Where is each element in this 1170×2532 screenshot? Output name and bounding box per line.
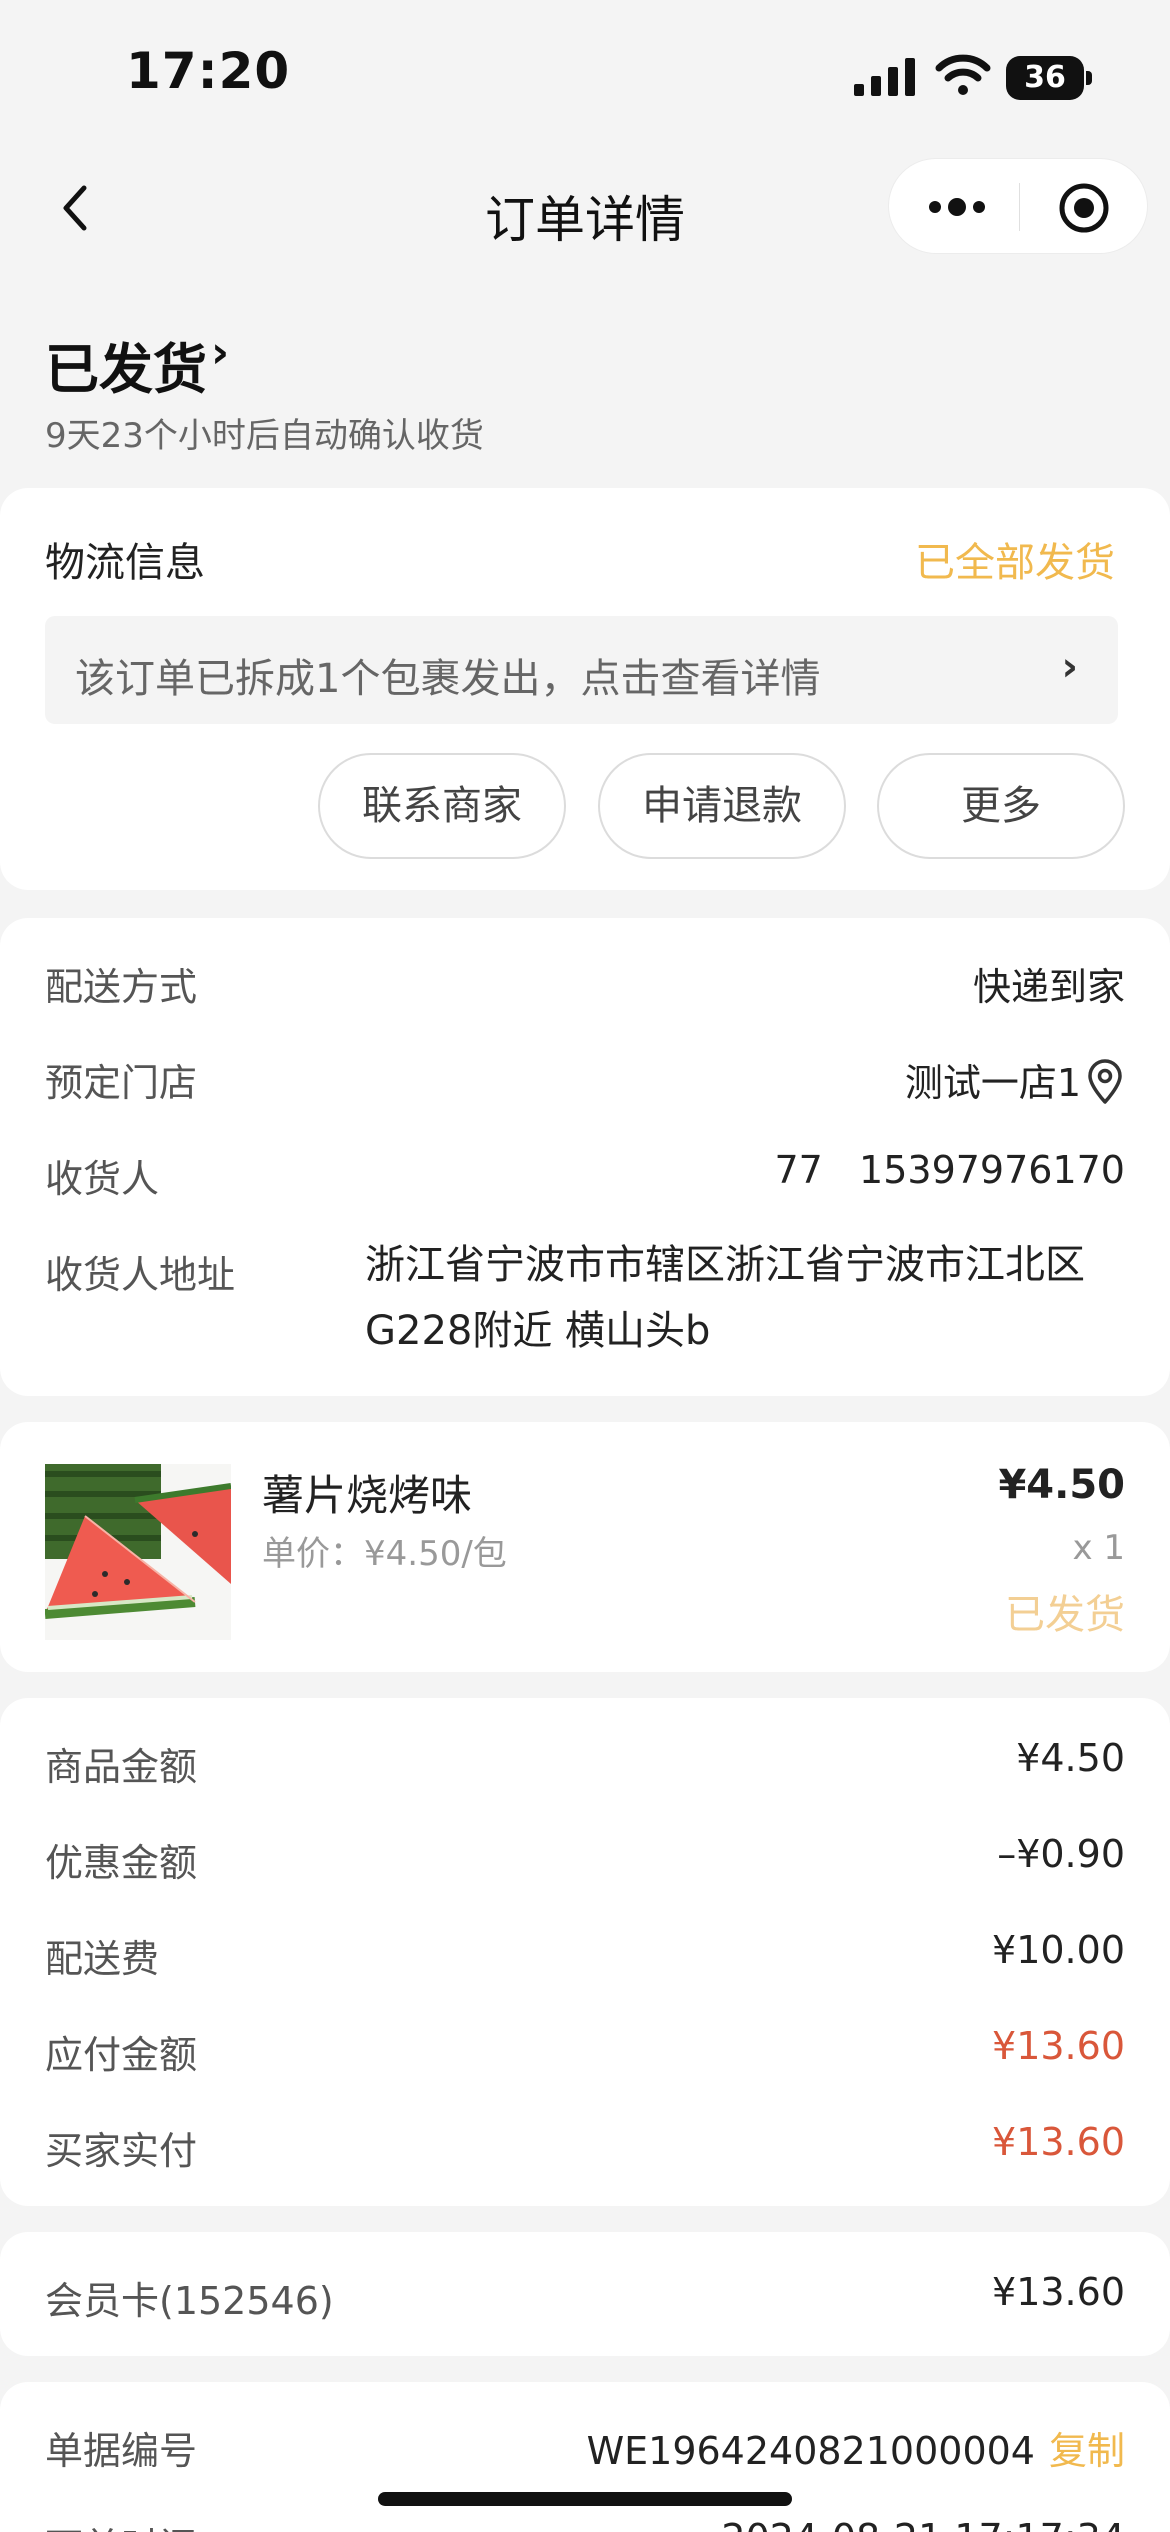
discount-label: 优惠金额	[45, 1841, 198, 1885]
goods-amount-label: 商品金额	[45, 1745, 198, 1789]
order-status: 已发货	[45, 338, 207, 401]
receiver-value: 77 15397976170	[774, 1148, 1125, 1192]
chevron-right-icon: ›	[1061, 644, 1078, 690]
product-image	[45, 1464, 231, 1640]
logistics-status: 已全部发货	[915, 540, 1115, 586]
signal-icon	[854, 58, 915, 96]
order-number-value-wrap: WE1964240821000004 复制	[587, 2420, 1125, 2475]
order-number-value: WE1964240821000004	[586, 2429, 1035, 2473]
more-button[interactable]: 更多	[877, 753, 1125, 859]
product-price: ¥4.50	[998, 1462, 1125, 1508]
member-card-label: 会员卡(152546)	[45, 2279, 334, 2323]
more-dots-icon[interactable]	[925, 185, 989, 229]
order-time-label: 下单时间	[45, 2516, 197, 2532]
logistics-title: 物流信息	[45, 540, 205, 586]
status-bar: 17:20 36	[0, 0, 1170, 150]
amounts-card: 商品金额 ¥4.50 优惠金额 –¥0.90 配送费 ¥10.00 应付金额 ¥…	[0, 1698, 1170, 2206]
battery-level: 36	[1006, 56, 1084, 100]
receiver-label: 收货人	[45, 1157, 160, 1201]
chevron-right-icon: ›	[211, 327, 230, 378]
shipping-fee-label: 配送费	[45, 1937, 160, 1981]
capsule-divider	[1019, 183, 1020, 231]
product-name: 薯片烧烤味	[262, 1471, 473, 1520]
member-card: 会员卡(152546) ¥13.60	[0, 2232, 1170, 2356]
store-label: 预定门店	[45, 1061, 198, 1105]
product-unit-price: 单价：¥4.50/包	[262, 1534, 507, 1574]
payable-value: ¥13.60	[992, 2024, 1125, 2068]
member-card-value: ¥13.60	[992, 2270, 1125, 2314]
status-time: 17:20	[126, 42, 291, 100]
payable-label: 应付金额	[45, 2033, 198, 2077]
store-value-wrap[interactable]: 测试一店1	[905, 1052, 1125, 1109]
product-status: 已发货	[1005, 1592, 1125, 1638]
copy-button[interactable]: 复制	[1049, 2429, 1125, 2473]
delivery-method-value: 快递到家	[972, 965, 1125, 1009]
paid-label: 买家实付	[45, 2129, 198, 2173]
battery-icon: 36	[1006, 56, 1092, 100]
mini-program-capsule	[888, 158, 1148, 254]
store-value: 测试一店1	[904, 1061, 1081, 1105]
delivery-card: 配送方式 快递到家 预定门店 测试一店1 收货人 77 15397976170 …	[0, 918, 1170, 1396]
order-time-value: 2024-08-21 17:17:34	[721, 2516, 1125, 2532]
paid-value: ¥13.60	[992, 2120, 1125, 2164]
address-label: 收货人地址	[45, 1253, 236, 1297]
close-target-icon[interactable]	[1057, 181, 1111, 235]
apply-refund-button[interactable]: 申请退款	[598, 753, 846, 859]
package-info-text: 该订单已拆成1个包裹发出，点击查看详情	[75, 656, 821, 702]
order-number-label: 单据编号	[45, 2429, 198, 2473]
shipping-fee-value: ¥10.00	[992, 1928, 1125, 1972]
wifi-icon	[935, 54, 991, 95]
goods-amount-value: ¥4.50	[1016, 1736, 1125, 1780]
package-info-bar[interactable]: 该订单已拆成1个包裹发出，点击查看详情 ›	[45, 616, 1118, 724]
delivery-method-label: 配送方式	[45, 965, 198, 1009]
home-indicator[interactable]	[378, 2492, 792, 2506]
product-quantity: x 1	[1072, 1528, 1125, 1568]
contact-merchant-button[interactable]: 联系商家	[318, 753, 566, 859]
battery-tip	[1086, 71, 1092, 85]
order-status-header[interactable]: 已发货›	[45, 325, 229, 404]
logistics-card: 物流信息 已全部发货 该订单已拆成1个包裹发出，点击查看详情 › 联系商家 申请…	[0, 488, 1170, 890]
address-value: 浙江省宁波市市辖区浙江省宁波市江北区G228附近 横山头b	[365, 1242, 1085, 1354]
discount-value: –¥0.90	[997, 1832, 1125, 1876]
address-row: 收货人地址 浙江省宁波市市辖区浙江省宁波市江北区G228附近 横山头b	[45, 1242, 1125, 1384]
order-info-card: 单据编号 WE1964240821000004 复制 下单时间 2024-08-2…	[0, 2382, 1170, 2532]
location-pin-icon[interactable]	[1085, 1058, 1125, 1105]
auto-confirm-text: 9天23个小时后自动确认收货	[45, 416, 484, 456]
product-card[interactable]: 薯片烧烤味 单价：¥4.50/包 ¥4.50 x 1 已发货	[0, 1422, 1170, 1672]
nav-bar: 订单详情	[0, 150, 1170, 280]
